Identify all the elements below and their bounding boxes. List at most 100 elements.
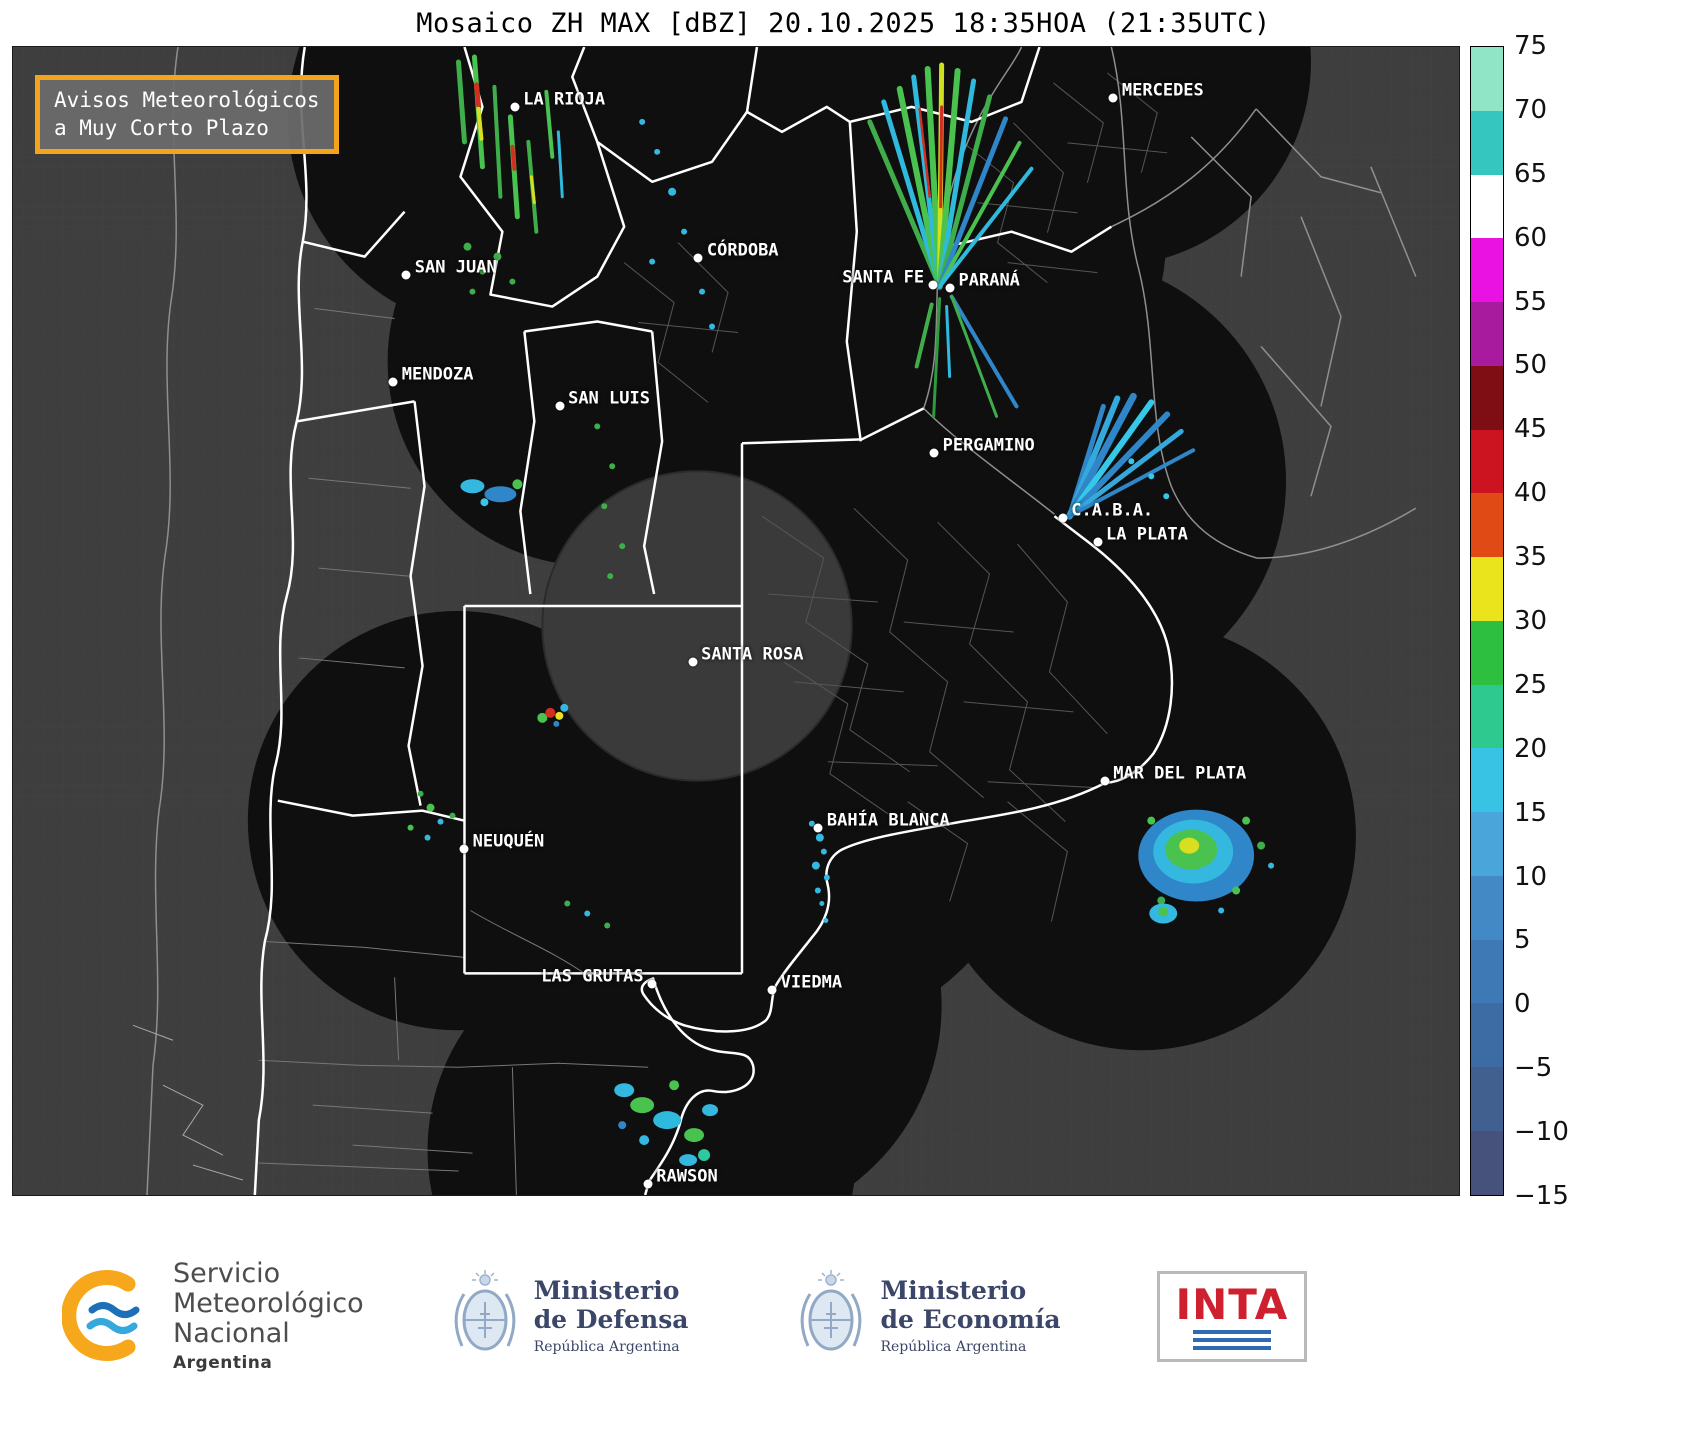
city-marker-viedma: VIEDMA <box>767 972 842 994</box>
colorbar-segment-30-to-35 <box>1471 557 1503 621</box>
defensa-caption: República Argentina <box>533 1339 680 1356</box>
city-dot <box>693 253 703 263</box>
city-marker-santa-fe: SANTA FE <box>842 267 938 290</box>
colorbar-segment-35-to-40 <box>1471 493 1503 558</box>
city-marker-c-a-b-a-: C.A.B.A. <box>1058 500 1153 523</box>
colorbar-tick--5: −5 <box>1514 1053 1553 1084</box>
city-dot <box>1093 537 1102 547</box>
city-label: VIEDMA <box>780 972 843 992</box>
city-marker-santa-rosa: SANTA ROSA <box>688 645 803 667</box>
economia-subtitle: de Economía <box>880 1304 1061 1334</box>
city-dot <box>1058 513 1068 523</box>
city-dot <box>401 270 411 280</box>
warning-line-2: a Muy Corto Plazo <box>54 116 269 141</box>
city-marker-mercedes: MERCEDES <box>1108 80 1204 102</box>
colorbar-segment-0-to-5 <box>1471 939 1503 1004</box>
city-label: C.A.B.A. <box>1071 500 1154 521</box>
radar-mosaic-map: LA RIOJA MERCEDES SAN JUAN CÓRDOBA SANTA FE P… <box>12 46 1460 1196</box>
city-dot <box>647 979 657 989</box>
colorbar-tick--15: −15 <box>1514 1181 1569 1211</box>
city-marker-bah-a-blanca: BAHÍA BLANCA <box>813 810 950 833</box>
city-marker-rawson: RAWSON <box>643 1166 718 1189</box>
city-dot <box>928 280 938 290</box>
city-marker-c-rdoba: CÓRDOBA <box>693 241 779 263</box>
smn-name-line3: Nacional <box>173 1318 290 1350</box>
city-marker-mar-del-plata: MAR DEL PLATA <box>1100 763 1246 786</box>
colorbar-segment-20-to-25 <box>1471 684 1503 749</box>
city-label: MAR DEL PLATA <box>1113 763 1247 784</box>
colorbar-segment--5-to-0 <box>1471 1003 1503 1068</box>
colorbar-tick-75: 75 <box>1514 31 1548 61</box>
dbz-colorbar <box>1470 46 1504 1196</box>
defensa-subtitle: de Defensa <box>533 1304 689 1334</box>
colorbar-tick-10: 10 <box>1514 861 1548 892</box>
colorbar-segment--10-to--5 <box>1471 1067 1503 1132</box>
city-label: LAS GRUTAS <box>541 966 644 987</box>
city-marker-pergamino: PERGAMINO <box>929 436 1035 458</box>
colorbar-segment-15-to-20 <box>1471 748 1503 813</box>
city-marker-layer: LA RIOJA MERCEDES SAN JUAN CÓRDOBA SANTA FE P… <box>13 47 1459 1195</box>
city-label: CÓRDOBA <box>706 240 779 261</box>
colorbar-tick-65: 65 <box>1514 158 1548 189</box>
city-dot <box>459 844 469 854</box>
ministerio-defensa-block: Ministerio de Defensa República Argentin… <box>452 1270 689 1362</box>
argentina-coat-of-arms-icon <box>801 1270 862 1351</box>
colorbar-tick-5: 5 <box>1514 925 1531 956</box>
city-label: NEUQUÉN <box>472 831 545 852</box>
footer-logos: Servicio Meteorológico Nacional Argentin… <box>0 1196 1687 1436</box>
city-dot <box>813 823 823 833</box>
city-label: PARANÁ <box>958 270 1020 291</box>
colorbar-tick-60: 60 <box>1514 222 1548 253</box>
city-label: PERGAMINO <box>942 435 1035 456</box>
economia-caption: República Argentina <box>880 1339 1027 1356</box>
city-marker-san-juan: SAN JUAN <box>401 258 497 280</box>
colorbar-tick-50: 50 <box>1514 350 1548 381</box>
city-dot <box>945 283 955 293</box>
inta-logo-block: INTA <box>1156 1270 1308 1362</box>
inta-label: INTA <box>1175 1279 1289 1329</box>
colorbar-tick-0: 0 <box>1514 989 1531 1020</box>
smn-logo-block: Servicio Meteorológico Nacional Argentin… <box>62 1258 364 1373</box>
colorbar-tick--10: −10 <box>1514 1117 1569 1148</box>
smn-name-line2: Meteorológico <box>173 1287 364 1319</box>
colorbar-segment-10-to-15 <box>1471 812 1503 876</box>
warning-line-1: Avisos Meteorológicos <box>54 88 320 112</box>
page-title: Mosaico ZH MAX [dBZ] 20.10.2025 18:35HOA… <box>416 7 1271 39</box>
colorbar-tick-15: 15 <box>1514 797 1548 828</box>
city-marker-mendoza: MENDOZA <box>388 365 473 387</box>
city-dot <box>688 657 698 667</box>
colorbar-tick-20: 20 <box>1514 733 1548 764</box>
colorbar-segment-50-to-55 <box>1471 302 1503 366</box>
city-dot <box>929 448 939 458</box>
city-dot <box>510 102 520 112</box>
colorbar-tick-35: 35 <box>1514 542 1548 573</box>
city-label: RAWSON <box>656 1166 718 1187</box>
city-label: MENDOZA <box>401 364 474 385</box>
inta-stripes <box>1192 1326 1271 1350</box>
argentina-coat-of-arms-icon <box>454 1270 515 1351</box>
city-label: LA PLATA <box>1106 524 1188 545</box>
colorbar-segment-5-to-10 <box>1471 875 1503 940</box>
city-label: SANTA FE <box>842 267 925 288</box>
city-marker-neuqu-n: NEUQUÉN <box>459 832 544 854</box>
city-label: BAHÍA BLANCA <box>826 810 950 831</box>
colorbar-segment-45-to-50 <box>1471 365 1503 430</box>
colorbar-segment-70-to-75 <box>1471 47 1503 111</box>
city-label: SAN JUAN <box>414 257 497 278</box>
city-marker-la-plata: LA PLATA <box>1093 524 1188 547</box>
colorbar-tick-55: 55 <box>1514 286 1548 317</box>
city-label: SANTA ROSA <box>701 644 804 665</box>
short-term-warnings-box[interactable]: Avisos Meteorológicos a Muy Corto Plazo <box>35 75 339 154</box>
colorbar-segment-65-to-70 <box>1471 110 1503 175</box>
city-dot <box>1108 93 1118 102</box>
colorbar-segment-60-to-65 <box>1471 174 1503 239</box>
colorbar-segment--15-to--10 <box>1471 1131 1503 1195</box>
economia-title: Ministerio <box>880 1275 1027 1305</box>
colorbar-tick-40: 40 <box>1514 478 1548 509</box>
defensa-title: Ministerio <box>533 1275 680 1305</box>
inta-logo: INTA <box>1156 1270 1308 1362</box>
city-dot <box>1100 776 1110 786</box>
colorbar-tick-labels: 75 70 65 60 55 50 45 40 35 30 25 20 15 10 5 0 −5 −10 −15 <box>1514 31 1654 1211</box>
city-marker-la-rioja: LA RIOJA <box>510 89 605 112</box>
city-dot <box>643 1179 653 1189</box>
